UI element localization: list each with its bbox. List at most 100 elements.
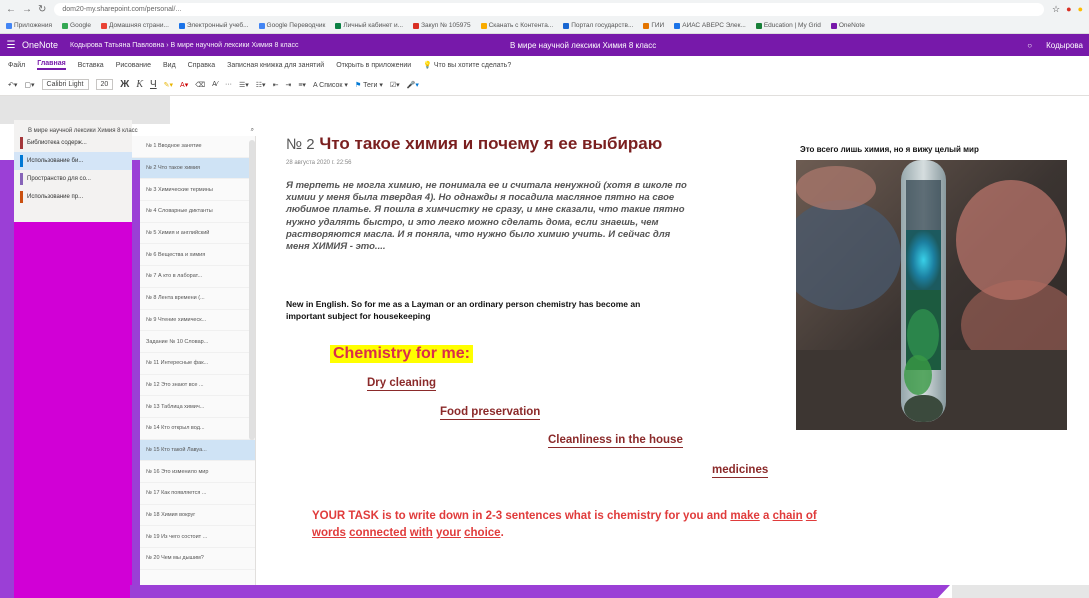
item-food-preservation[interactable]: Food preservation	[440, 406, 541, 420]
tab-open-in-app[interactable]: Открыть в приложении	[336, 62, 411, 69]
italic-button[interactable]: К	[136, 79, 143, 90]
tab-help[interactable]: Справка	[188, 62, 215, 69]
page-item[interactable]: Задание № 10 Словар...	[132, 331, 255, 353]
extension-icon[interactable]: ●	[1066, 4, 1071, 15]
dictate-icon[interactable]: 🎤▾	[407, 81, 419, 89]
bookmark-item[interactable]: Личный кабинет и...	[335, 22, 403, 29]
bookmark-item[interactable]: Закуп № 105975	[413, 22, 471, 29]
bold-button[interactable]: Ж	[120, 79, 129, 90]
tab-insert[interactable]: Вставка	[78, 62, 104, 69]
notebook-name[interactable]: В мире научной лексики Химия 8 класс	[28, 128, 138, 134]
item-cleanliness[interactable]: Cleanliness in the house	[548, 434, 683, 448]
page-item[interactable]: № 16 Это изменило мир	[132, 461, 255, 483]
page-item[interactable]: № 15 Кто такой Лавуа...	[132, 439, 255, 462]
bookmark-item[interactable]: АИАС АВЕРС Элек...	[674, 22, 746, 29]
page-item[interactable]: № 3 Химические термины	[132, 179, 255, 202]
bullets-icon[interactable]: ☰▾	[239, 81, 249, 89]
browser-address-bar: ← → ↻ dom20-my.sharepoint.com/personal/.…	[0, 0, 1089, 18]
section-item-active[interactable]: Использование би...	[14, 152, 132, 170]
page-item[interactable]: № 8 Лента времени (...	[132, 288, 255, 310]
bookmark-item[interactable]: OneNote	[830, 22, 865, 29]
page-item[interactable]: № 1 Вводное занятие	[132, 136, 255, 158]
chemistry-heading[interactable]: Chemistry for me:	[330, 345, 473, 363]
search-icon[interactable]: ⌕	[251, 127, 254, 134]
bookmark-item[interactable]: Education | My Grid	[755, 22, 821, 29]
page-item[interactable]: № 9 Чтение химическ...	[132, 310, 255, 332]
numbering-icon[interactable]: ☷▾	[256, 81, 266, 89]
tab-draw[interactable]: Рисование	[116, 62, 151, 69]
russian-paragraph[interactable]: Я терпеть не могла химию, не понимала ее…	[286, 180, 696, 253]
page-item-active[interactable]: № 2 Что такое химия	[132, 157, 255, 180]
onenote-header: ☰ OneNote Кодырова Татьяна Павловна › В …	[0, 34, 1089, 56]
bookmark-item[interactable]: Google Переводчик	[258, 22, 325, 29]
page-item[interactable]: № 13 Таблица химич...	[132, 396, 255, 418]
outdent-icon[interactable]: ⇤	[273, 81, 279, 89]
section-item[interactable]: Использование пр...	[14, 188, 132, 206]
photo-image	[796, 160, 1067, 430]
url-field[interactable]: dom20-my.sharepoint.com/personal/...	[54, 2, 1045, 16]
page-item[interactable]: № 18 Химия вокруг	[132, 505, 255, 527]
pages-scrollbar[interactable]	[249, 140, 255, 440]
page-item[interactable]: № 11 Интересные фак...	[132, 353, 255, 375]
english-paragraph[interactable]: New in English. So for me as a Layman or…	[286, 298, 666, 322]
tab-class-notebook[interactable]: Записная книжка для занятий	[227, 62, 324, 69]
photo-caption: Это всего лишь химия, но я вижу целый ми…	[800, 145, 979, 154]
item-medicines[interactable]: medicines	[712, 464, 769, 478]
styles-button[interactable]: A Список ▾	[313, 81, 348, 89]
screen: ← → ↻ dom20-my.sharepoint.com/personal/.…	[0, 0, 1089, 598]
page-item[interactable]: № 6 Вещества и химия	[132, 244, 255, 267]
star-icon[interactable]: ☆	[1052, 4, 1060, 15]
page-title[interactable]: № 2 Что такое химия и почему я ее выбира…	[286, 134, 662, 154]
font-size-select[interactable]: 20	[95, 79, 114, 90]
tab-view[interactable]: Вид	[163, 62, 176, 69]
notebook-title: В мире научной лексики Химия 8 класс	[510, 40, 657, 50]
back-icon[interactable]: ←	[6, 4, 16, 15]
page-item[interactable]: № 14 Кто открыл вод...	[132, 418, 255, 440]
undo-icon[interactable]: ↶▾	[8, 81, 17, 89]
bookmark-item[interactable]: Приложения	[6, 22, 52, 29]
page-item[interactable]: № 12 Это знают все ...	[132, 375, 255, 397]
lightbulb-icon: 💡	[423, 62, 434, 69]
underline-button[interactable]: Ч	[150, 79, 157, 90]
tab-file[interactable]: Файл	[8, 62, 25, 69]
breadcrumb[interactable]: Кодырова Татьяна Павловна › В мире научн…	[70, 42, 298, 49]
app-launcher-icon[interactable]: ☰	[0, 40, 22, 51]
align-icon[interactable]: ≡▾	[298, 81, 306, 89]
eraser-icon[interactable]: ⌫	[195, 81, 205, 89]
clipboard-icon[interactable]: ▢▾	[24, 81, 34, 89]
font-name-select[interactable]: Calibri Light	[41, 79, 89, 90]
slide-grey-corner	[952, 585, 1089, 598]
extension-icon-2[interactable]: ●	[1078, 4, 1083, 15]
bell-icon[interactable]: ○	[1027, 41, 1032, 50]
indent-icon[interactable]: ⇥	[285, 81, 291, 89]
page-item[interactable]: № 4 Словарные диктанты	[132, 201, 255, 223]
page-item[interactable]: № 5 Химия и английский	[132, 223, 255, 245]
bookmark-item[interactable]: Сканать с Контента...	[480, 22, 553, 29]
font-color-icon[interactable]: A▾	[180, 81, 188, 89]
app-name[interactable]: OneNote	[22, 40, 58, 50]
page-item[interactable]: № 20 Чем мы дышим?	[132, 548, 255, 570]
page-item[interactable]: № 19 Из чего состоит ...	[132, 526, 255, 549]
tags-button[interactable]: ⚑ Теги ▾	[355, 81, 383, 89]
page-date: 28 августа 2020 г. 22:56	[286, 160, 352, 166]
user-name[interactable]: Кодырова	[1046, 41, 1083, 50]
styles-icon[interactable]: A⁄	[212, 81, 218, 88]
forward-icon[interactable]: →	[22, 4, 32, 15]
ribbon-toolbar: ↶▾ ▢▾ Calibri Light 20 Ж К Ч ✎▾ A▾ ⌫ A⁄ …	[0, 74, 1089, 96]
bookmark-item[interactable]: Google	[62, 22, 91, 29]
task-text[interactable]: YOUR TASK is to write down in 2-3 senten…	[312, 508, 832, 542]
more-icon[interactable]: ···	[225, 81, 232, 88]
bookmark-item[interactable]: Портал государств...	[563, 22, 633, 29]
highlight-icon[interactable]: ✎▾	[164, 81, 173, 89]
bookmark-item[interactable]: Электронный учеб...	[178, 22, 249, 29]
page-item[interactable]: № 7 А кто в лаборат...	[132, 266, 255, 288]
bookmark-item[interactable]: ГИИ	[643, 22, 664, 29]
item-dry-cleaning[interactable]: Dry cleaning	[367, 377, 437, 391]
bookmark-item[interactable]: Домашняя страни...	[101, 22, 169, 29]
tell-me-search[interactable]: 💡 Что вы хотите сделать?	[423, 61, 511, 69]
todo-icon[interactable]: ☑▾	[390, 81, 400, 89]
page-item[interactable]: № 17 Как появляется ...	[132, 483, 255, 505]
section-item[interactable]: Пространство для со...	[14, 170, 132, 188]
tab-home[interactable]: Главная	[37, 60, 66, 70]
reload-icon[interactable]: ↻	[38, 4, 46, 15]
